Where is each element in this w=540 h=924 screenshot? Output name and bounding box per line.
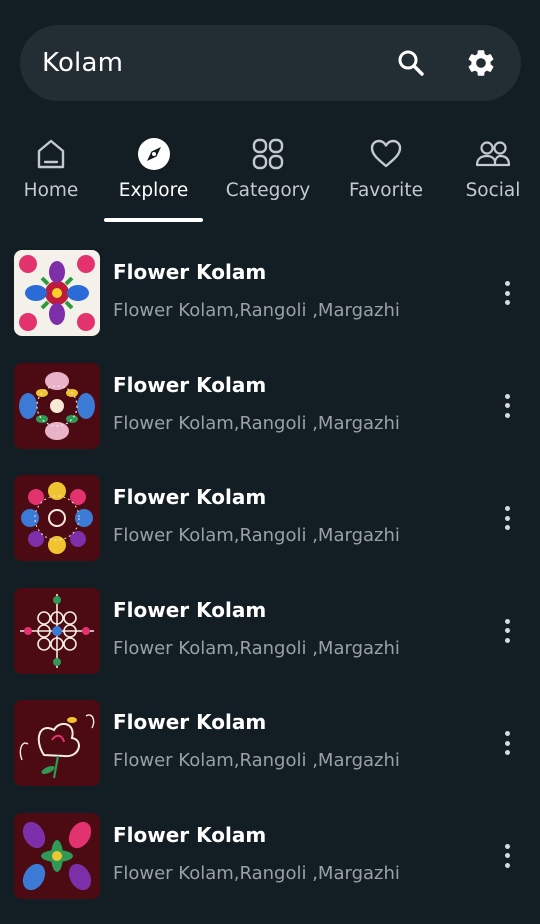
kolam-thumbnail bbox=[14, 587, 100, 674]
item-title: Flower Kolam bbox=[113, 260, 267, 284]
list-item[interactable]: Flower Kolam Flower Kolam,Rangoli ,Marga… bbox=[0, 698, 540, 811]
tab-explore-label: Explore bbox=[118, 180, 189, 201]
item-title: Flower Kolam bbox=[113, 710, 267, 734]
list-item[interactable]: Flower Kolam Flower Kolam,Rangoli ,Marga… bbox=[0, 473, 540, 586]
kolam-thumbnail bbox=[14, 362, 100, 449]
heart-icon bbox=[369, 130, 403, 178]
search-icon[interactable] bbox=[393, 45, 429, 81]
more-options-icon[interactable] bbox=[494, 616, 520, 646]
kolam-list: Flower Kolam Flower Kolam,Rangoli ,Marga… bbox=[0, 248, 540, 923]
more-options-icon[interactable] bbox=[494, 728, 520, 758]
tab-home[interactable]: Home bbox=[22, 128, 80, 224]
tab-social[interactable]: Social bbox=[462, 128, 524, 224]
kolam-thumbnail bbox=[14, 812, 100, 899]
home-icon bbox=[34, 130, 68, 178]
search-title: Kolam bbox=[42, 48, 124, 78]
item-subtitle: Flower Kolam,Rangoli ,Margazhi bbox=[113, 750, 400, 771]
tab-indicator bbox=[104, 218, 203, 222]
search-bar[interactable]: Kolam bbox=[20, 25, 521, 101]
item-title: Flower Kolam bbox=[113, 372, 267, 397]
more-options-icon[interactable] bbox=[494, 278, 520, 308]
tab-bar: Home Explore Category Favorite Social bbox=[0, 128, 540, 224]
item-subtitle: Flower Kolam,Rangoli ,Margazhi bbox=[113, 300, 400, 321]
list-item[interactable]: Flower Kolam Flower Kolam,Rangoli ,Marga… bbox=[0, 586, 540, 699]
kolam-thumbnail bbox=[14, 475, 100, 561]
tab-category-label: Category bbox=[225, 180, 311, 201]
more-options-icon[interactable] bbox=[494, 841, 520, 871]
item-title: Flower Kolam bbox=[113, 485, 267, 509]
tab-explore[interactable]: Explore bbox=[104, 128, 203, 224]
item-subtitle: Flower Kolam,Rangoli ,Margazhi bbox=[113, 637, 400, 659]
gear-icon[interactable] bbox=[463, 45, 499, 81]
people-icon bbox=[475, 130, 511, 178]
list-item[interactable]: Flower Kolam Flower Kolam,Rangoli ,Marga… bbox=[0, 361, 540, 474]
more-options-icon[interactable] bbox=[494, 503, 520, 533]
tab-home-label: Home bbox=[23, 180, 79, 201]
kolam-thumbnail bbox=[14, 700, 100, 786]
item-subtitle: Flower Kolam,Rangoli ,Margazhi bbox=[113, 862, 400, 884]
tab-favorite-label: Favorite bbox=[349, 180, 423, 201]
item-subtitle: Flower Kolam,Rangoli ,Margazhi bbox=[113, 525, 400, 546]
item-title: Flower Kolam bbox=[113, 822, 267, 847]
kolam-thumbnail bbox=[14, 250, 100, 336]
item-subtitle: Flower Kolam,Rangoli ,Margazhi bbox=[113, 412, 400, 434]
more-options-icon[interactable] bbox=[494, 391, 520, 421]
tab-favorite[interactable]: Favorite bbox=[346, 128, 426, 224]
grid-icon bbox=[251, 130, 285, 178]
list-item[interactable]: Flower Kolam Flower Kolam,Rangoli ,Marga… bbox=[0, 811, 540, 924]
tab-category[interactable]: Category bbox=[222, 128, 314, 224]
compass-icon bbox=[137, 130, 171, 178]
tab-social-label: Social bbox=[465, 180, 521, 201]
item-title: Flower Kolam bbox=[113, 597, 267, 622]
list-item[interactable]: Flower Kolam Flower Kolam,Rangoli ,Marga… bbox=[0, 248, 540, 361]
